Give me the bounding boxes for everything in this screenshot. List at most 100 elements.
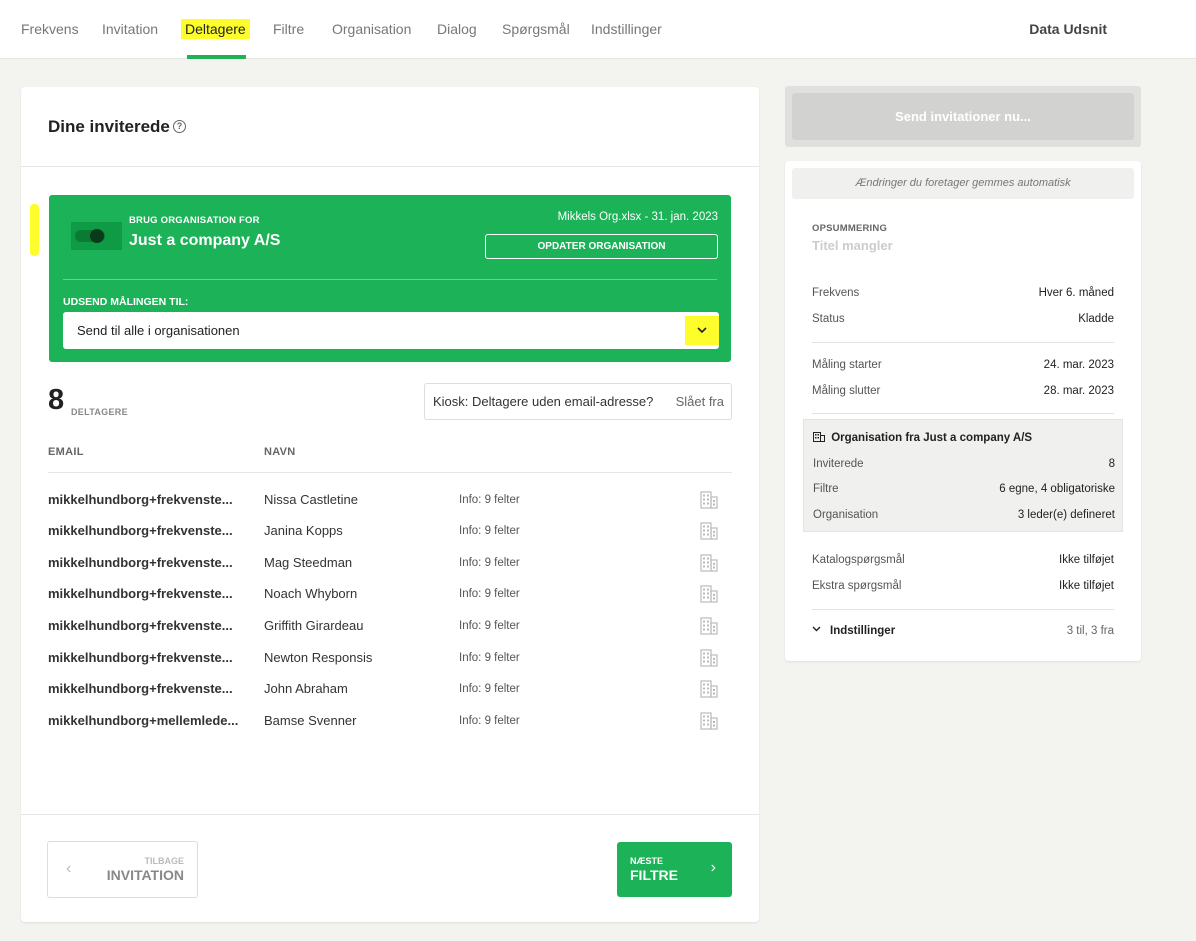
row-name: Bamse Svenner: [264, 713, 357, 728]
data-udsnit-link[interactable]: Data Udsnit: [1029, 21, 1107, 37]
summary-value: 8: [1108, 458, 1115, 470]
org-file: Mikkels Org.xlsx - 31. jan. 2023: [557, 211, 718, 223]
divider: [21, 814, 759, 815]
send-to-label: UDSEND MÅLINGEN TIL:: [63, 296, 189, 308]
chevron-down-icon[interactable]: [685, 316, 719, 345]
column-header-name: NAVN: [264, 446, 296, 458]
row-info: Info: 9 felter: [459, 620, 520, 632]
summary-value: Kladde: [1078, 313, 1114, 325]
row-name: Noach Whyborn: [264, 586, 358, 601]
building-icon[interactable]: [700, 649, 718, 667]
table-row[interactable]: mikkelhundborg+frekvenste... Mag Steedman…: [21, 552, 759, 576]
table-row[interactable]: mikkelhundborg+frekvenste... Griffith Gir…: [21, 615, 759, 639]
building-icon[interactable]: [700, 712, 718, 730]
summary-value: Ikke tilføjet: [1059, 554, 1114, 566]
divider: [21, 166, 759, 167]
row-info: Info: 9 felter: [459, 525, 520, 537]
participant-count-label: DELTAGERE: [71, 407, 128, 417]
building-icon[interactable]: [700, 491, 718, 509]
settings-value: 3 til, 3 fra: [1066, 625, 1114, 637]
summary-key: Måling slutter: [812, 385, 881, 397]
summary-key: Ekstra spørgsmål: [812, 580, 902, 592]
table-row[interactable]: mikkelhundborg+frekvenste... Janina Kopps…: [21, 520, 759, 544]
send-to-select[interactable]: Send til alle i organisationen: [63, 312, 719, 349]
chevron-right-icon: ›: [710, 859, 716, 876]
tab-dialog[interactable]: Dialog: [437, 21, 477, 37]
back-button-label: INVITATION: [106, 867, 184, 883]
tab-deltagere[interactable]: Deltagere: [181, 19, 250, 39]
row-email: mikkelhundborg+mellemlede...: [48, 713, 239, 728]
organisation-toggle-icon: [71, 222, 122, 250]
row-name: Janina Kopps: [264, 523, 343, 538]
summary-key: Frekvens: [812, 287, 860, 299]
send-invitations-button[interactable]: Send invitationer nu...: [792, 93, 1134, 140]
divider: [48, 472, 732, 473]
building-icon[interactable]: [700, 680, 718, 698]
tab-invitation[interactable]: Invitation: [102, 21, 158, 37]
table-row[interactable]: mikkelhundborg+mellemlede... Bamse Svenne…: [21, 710, 759, 734]
chevron-down-icon: [812, 624, 821, 635]
org-name: Just a company A/S: [129, 232, 281, 249]
send-to-value: Send til alle i organisationen: [77, 323, 240, 338]
organisation-card: BRUG ORGANISATION FOR Just a company A/S…: [49, 195, 731, 362]
summary-key: Katalogspørgsmål: [812, 554, 905, 566]
row-name: John Abraham: [264, 681, 348, 696]
building-icon[interactable]: [700, 554, 718, 572]
row-info: Info: 9 felter: [459, 715, 520, 727]
tab-organisation[interactable]: Organisation: [332, 21, 411, 37]
participant-count: 8: [48, 384, 65, 416]
row-info: Info: 9 felter: [459, 652, 520, 664]
row-name: Griffith Girardeau: [264, 618, 364, 633]
row-email: mikkelhundborg+frekvenste...: [48, 618, 233, 633]
row-info: Info: 9 felter: [459, 494, 520, 506]
building-icon[interactable]: [700, 617, 718, 635]
autosave-notice: Ændringer du foretager gemmes automatisk: [792, 168, 1134, 199]
tab-spoergsmaal[interactable]: Spørgsmål: [502, 21, 570, 37]
table-row[interactable]: mikkelhundborg+frekvenste... John Abraham…: [21, 678, 759, 702]
tab-frekvens[interactable]: Frekvens: [21, 21, 79, 37]
summary-value: Hver 6. måned: [1038, 287, 1114, 299]
building-icon[interactable]: [700, 585, 718, 603]
summary-key: Inviterede: [813, 458, 864, 470]
column-header-email: EMAIL: [48, 446, 84, 458]
row-email: mikkelhundborg+frekvenste...: [48, 650, 233, 665]
building-icon[interactable]: [700, 522, 718, 540]
back-button[interactable]: ‹ TILBAGE INVITATION: [47, 841, 198, 898]
next-button[interactable]: NÆSTE FILTRE ›: [617, 842, 732, 897]
divider: [812, 342, 1114, 343]
divider: [812, 413, 1114, 414]
page-title: Dine inviterede: [48, 117, 170, 136]
row-email: mikkelhundborg+frekvenste...: [48, 523, 233, 538]
tab-indstillinger[interactable]: Indstillinger: [591, 21, 662, 37]
summary-value: 3 leder(e) defineret: [1017, 509, 1115, 521]
tab-filtre[interactable]: Filtre: [273, 21, 304, 37]
settings-label: Indstillinger: [830, 625, 896, 637]
summary-value: Ikke tilføjet: [1059, 580, 1114, 592]
help-icon[interactable]: ?: [173, 120, 186, 133]
main-panel: Dine inviterede ? BRUG ORGANISATION FOR …: [21, 87, 759, 922]
back-button-small: TILBAGE: [144, 856, 185, 866]
summary-label: OPSUMMERING: [812, 223, 888, 234]
highlight-marker: [30, 204, 39, 256]
table-row[interactable]: mikkelhundborg+frekvenste... Nissa Castle…: [21, 489, 759, 513]
row-name: Mag Steedman: [264, 555, 353, 570]
summary-org-head: Organisation fra Just a company A/S: [813, 432, 1032, 444]
next-button-small: NÆSTE: [630, 856, 664, 866]
summary-value: 24. mar. 2023: [1043, 359, 1114, 371]
summary-value: 6 egne, 4 obligatoriske: [999, 483, 1115, 495]
row-email: mikkelhundborg+frekvenste...: [48, 492, 233, 507]
update-organisation-button[interactable]: OPDATER ORGANISATION: [485, 234, 718, 259]
summary-title: Titel mangler: [812, 238, 893, 253]
table-row[interactable]: mikkelhundborg+frekvenste... Newton Respo…: [21, 647, 759, 671]
divider: [812, 609, 1114, 610]
summary-key: Status: [812, 313, 845, 325]
chevron-left-icon: ‹: [66, 860, 72, 877]
row-email: mikkelhundborg+frekvenste...: [48, 586, 233, 601]
row-email: mikkelhundborg+frekvenste...: [48, 555, 233, 570]
send-invitations-wrapper: Send invitationer nu...: [785, 86, 1141, 147]
summary-key: Organisation: [813, 509, 879, 521]
table-row[interactable]: mikkelhundborg+frekvenste... Noach Whybor…: [21, 583, 759, 607]
kiosk-toggle[interactable]: Kiosk: Deltagere uden email-adresse? Slå…: [424, 383, 732, 420]
summary-panel: Ændringer du foretager gemmes automatisk…: [785, 161, 1141, 661]
row-name: Newton Responsis: [264, 650, 373, 665]
